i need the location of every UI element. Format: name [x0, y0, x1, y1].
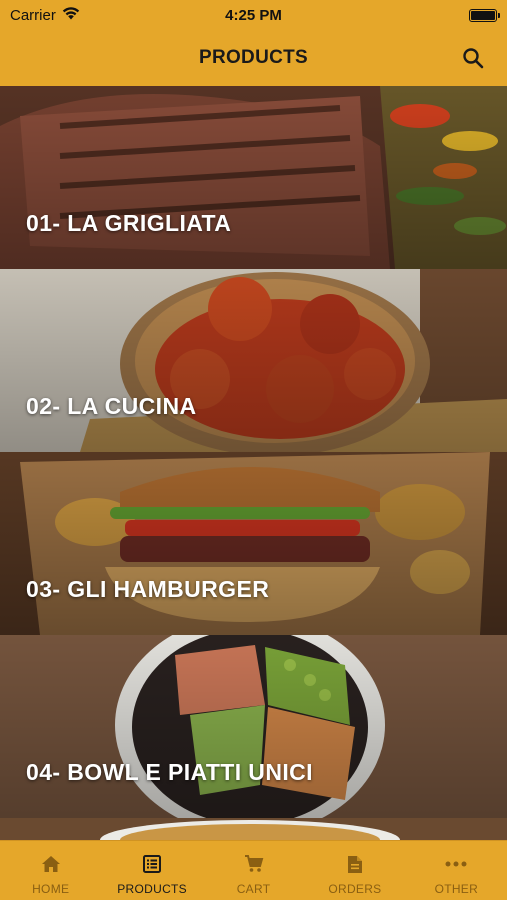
category-item-hamburger[interactable]: 03- GLI HAMBURGER: [0, 452, 507, 635]
page-title: PRODUCTS: [198, 47, 308, 68]
products-icon: [141, 854, 163, 874]
grill-photo: [0, 86, 507, 269]
category-label: 01- LA GRIGLIATA: [26, 210, 232, 236]
home-icon: [40, 854, 62, 874]
wifi-icon: [62, 6, 80, 24]
tab-orders[interactable]: ORDERS: [304, 841, 405, 900]
tab-label: ORDERS: [328, 882, 382, 896]
cucina-photo: [0, 269, 507, 452]
tab-products[interactable]: PRODUCTS: [101, 841, 202, 900]
tab-bar: HOME PRODUCTS CART ORDERS OTHER: [0, 840, 507, 900]
search-button[interactable]: [459, 44, 487, 72]
search-icon: [463, 48, 484, 69]
category-item-partial[interactable]: [0, 818, 507, 840]
tab-cart[interactable]: CART: [203, 841, 304, 900]
more-icon: [445, 854, 467, 874]
tab-other[interactable]: OTHER: [406, 841, 507, 900]
carrier-label: Carrier: [10, 6, 56, 24]
category-item-grigliata[interactable]: 01- LA GRIGLIATA: [0, 86, 507, 269]
orders-icon: [344, 854, 366, 874]
cart-icon: [243, 854, 265, 874]
battery-icon: [469, 8, 500, 22]
tab-label: OTHER: [434, 882, 479, 896]
bowl-photo: [0, 635, 507, 818]
tab-label: CART: [236, 882, 271, 896]
category-list[interactable]: 01- LA GRIGLIATA 02- LA CUCINA 03- GLI H…: [0, 86, 507, 840]
nav-bar: PRODUCTS: [0, 30, 507, 86]
status-left: Carrier: [10, 7, 80, 24]
category-item-bowl[interactable]: 04- BOWL E PIATTI UNICI: [0, 635, 507, 818]
tab-label: HOME: [32, 882, 70, 896]
tab-label: PRODUCTS: [117, 882, 187, 896]
partial-photo: [0, 818, 507, 840]
category-label: 03- GLI HAMBURGER: [26, 576, 270, 602]
tab-home[interactable]: HOME: [0, 841, 101, 900]
status-bar: Carrier 4:25 PM: [0, 0, 507, 30]
category-item-cucina[interactable]: 02- LA CUCINA: [0, 269, 507, 452]
hamburger-photo: [0, 452, 507, 635]
category-label: 02- LA CUCINA: [26, 393, 197, 419]
category-label: 04- BOWL E PIATTI UNICI: [26, 759, 313, 785]
